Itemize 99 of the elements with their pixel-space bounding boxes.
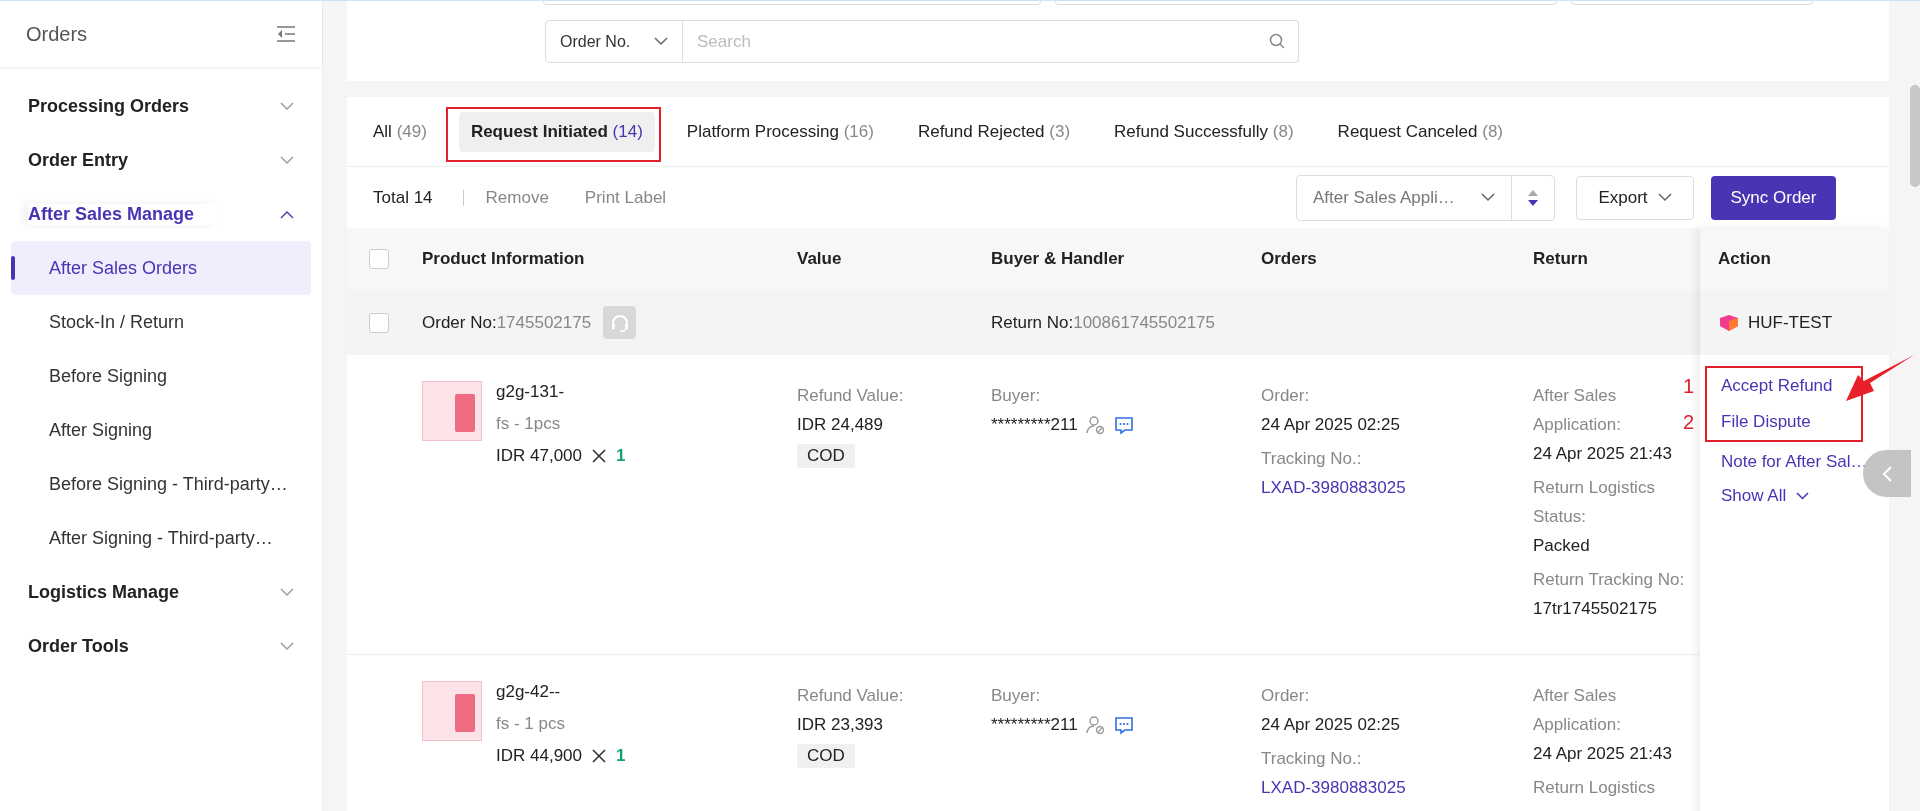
sidebar-title: Orders: [26, 22, 88, 46]
product-image-placeholder: [422, 381, 482, 441]
collapse-panel-handle[interactable]: [1863, 450, 1911, 497]
sidebar-item[interactable]: Before Signing: [11, 349, 311, 403]
show-all-link[interactable]: Show All: [1721, 482, 1810, 510]
collapse-menu-icon[interactable]: [276, 25, 296, 43]
sidebar-group[interactable]: Logistics Manage: [28, 581, 180, 603]
status-tab[interactable]: Platform Processing (16): [674, 111, 886, 152]
user-settings-icon[interactable]: [1085, 714, 1106, 735]
column-header: Action: [1700, 228, 1889, 290]
column-header: Return: [1533, 249, 1589, 269]
field-label: Buyer:: [991, 385, 1042, 407]
payment-tag: COD: [797, 744, 855, 768]
status-tab[interactable]: All (49): [361, 111, 439, 152]
sidebar-item[interactable]: After Signing - Third-party…: [11, 511, 311, 565]
user-settings-icon[interactable]: [1085, 414, 1106, 435]
order-checkbox[interactable]: [369, 312, 389, 333]
status-tab[interactable]: Refund Rejected (3): [905, 111, 1083, 152]
field-label: Buyer:: [991, 685, 1042, 707]
search-field[interactable]: Search: [683, 20, 1299, 63]
return-number: Return No:100861745502175: [991, 312, 1217, 333]
store-name: HUF-TEST: [1748, 312, 1833, 333]
sidebar-group[interactable]: Order Tools: [28, 635, 129, 657]
sidebar-item[interactable]: Stock-In / Return: [11, 295, 311, 349]
multiply-icon: [592, 449, 606, 463]
status-tab[interactable]: Request Initiated (14): [458, 111, 655, 152]
toolbar-action[interactable]: Remove: [485, 187, 549, 208]
status-tab[interactable]: Request Canceled (8): [1325, 111, 1515, 152]
sidebar-group[interactable]: Processing Orders: [28, 95, 190, 117]
refund-value: IDR 23,393: [797, 714, 884, 736]
action-link[interactable]: Accept Refund: [1721, 372, 1833, 400]
field-value: Packed: [1533, 535, 1591, 557]
chevron-up-icon[interactable]: [280, 209, 294, 219]
store-logo-icon: [1718, 312, 1740, 333]
headset-icon[interactable]: [603, 306, 637, 339]
column-header: Product Information: [422, 249, 586, 269]
step-number: 1: [1683, 374, 1695, 399]
column-header: Buyer & Handler: [991, 249, 1126, 269]
sidebar-item[interactable]: After Signing: [11, 403, 311, 457]
chevron-down-icon: [654, 37, 668, 46]
sidebar-group[interactable]: Order Entry: [28, 149, 129, 171]
order-number: Order No:1745502175: [422, 312, 592, 333]
tracking-link[interactable]: LXAD-3980883025: [1261, 473, 1533, 502]
toolbar-action[interactable]: Print Label: [584, 187, 667, 208]
product-spec: fs - 1pcs: [496, 413, 562, 435]
field-label: Return Logistics Status:: [1533, 478, 1655, 526]
buyer-name: *********211: [991, 414, 1078, 436]
chevron-down-icon: [1657, 193, 1672, 202]
action-link[interactable]: File Dispute: [1721, 408, 1811, 436]
field-label: Return Tracking No:: [1533, 570, 1685, 589]
sync-order-button[interactable]: Sync Order: [1711, 175, 1836, 220]
field-label: Return Logistics: [1533, 778, 1655, 797]
product-price: IDR 47,000: [496, 445, 582, 467]
product-image-placeholder: [422, 681, 482, 741]
product-name: g2g-131-: [496, 381, 566, 403]
field-label: After Sales Application:: [1533, 686, 1621, 734]
chevron-down-icon[interactable]: [280, 641, 294, 651]
field-value: 24 Apr 2025 21:43: [1533, 743, 1673, 765]
field-label: Refund Value:: [797, 385, 905, 407]
sidebar-item[interactable]: Before Signing - Third-party…: [11, 457, 311, 511]
column-header: Orders: [1261, 249, 1318, 269]
chevron-down-icon[interactable]: [280, 155, 294, 165]
action-link[interactable]: Note for After Sal…: [1721, 448, 1868, 476]
column-header: Value: [797, 249, 843, 269]
chat-icon[interactable]: [1113, 714, 1134, 735]
status-tab[interactable]: Refund Successfully (8): [1102, 111, 1306, 152]
field-value: 24 Apr 2025 02:25: [1261, 714, 1401, 736]
product-spec: fs - 1 pcs: [496, 713, 566, 735]
chevron-down-icon: [1796, 492, 1810, 500]
field-label: Tracking No.:: [1261, 449, 1362, 468]
field-label: Order:: [1261, 686, 1310, 705]
product-quantity: 1: [616, 745, 626, 767]
search-icon: [1269, 33, 1285, 49]
field-value: 24 Apr 2025 21:43: [1533, 443, 1673, 465]
field-value: 24 Apr 2025 02:25: [1261, 414, 1401, 436]
buyer-name: *********211: [991, 714, 1078, 736]
field-label: After Sales Application:: [1533, 386, 1621, 434]
field-label: Refund Value:: [797, 685, 905, 707]
refund-value: IDR 24,489: [797, 414, 884, 436]
product-name: g2g-42--: [496, 681, 562, 703]
export-button[interactable]: Export: [1576, 175, 1694, 220]
search-type-select[interactable]: Order No.: [545, 20, 683, 63]
total-count: Total 14: [373, 187, 433, 208]
sidebar-item[interactable]: After Sales Orders: [11, 241, 311, 295]
select-all-checkbox[interactable]: [369, 249, 389, 269]
chevron-down-icon: [1481, 193, 1495, 202]
multiply-icon: [592, 749, 606, 763]
step-number: 2: [1683, 410, 1695, 435]
payment-tag: COD: [797, 444, 855, 468]
field-label: Order:: [1261, 386, 1310, 405]
field-value: 17tr1745502175: [1533, 598, 1658, 620]
chevron-down-icon[interactable]: [280, 101, 294, 111]
sidebar-group[interactable]: After Sales Manage: [28, 203, 217, 225]
field-label: Tracking No.:: [1261, 749, 1362, 768]
product-quantity: 1: [616, 445, 626, 467]
tracking-link[interactable]: LXAD-3980883025: [1261, 773, 1533, 802]
chat-icon[interactable]: [1113, 414, 1134, 435]
chevron-down-icon[interactable]: [280, 587, 294, 597]
product-price: IDR 44,900: [496, 745, 582, 767]
